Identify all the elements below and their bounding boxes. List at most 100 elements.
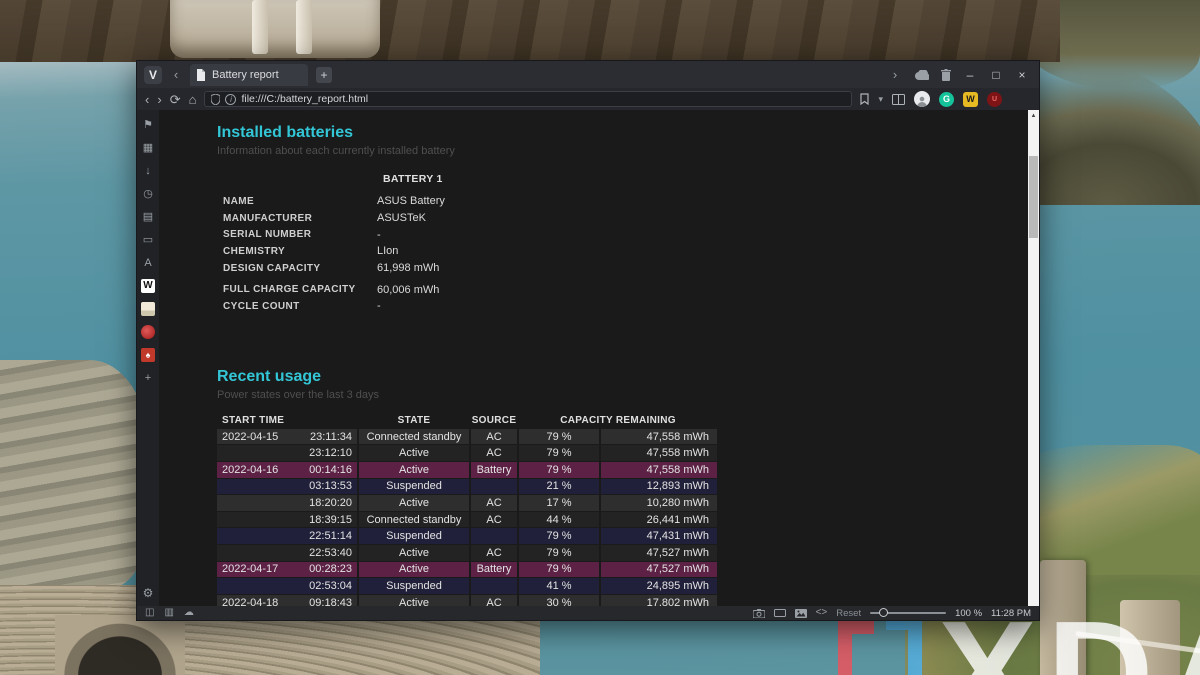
address-bar: ‹ › ⟳ ⌂ i file:///C:/battery_report.html… xyxy=(137,88,1039,110)
cell-source: AC xyxy=(471,544,517,561)
cell-capacity: 26,441 mWh xyxy=(601,511,717,528)
tiling-icon[interactable]: ▥ xyxy=(164,608,173,618)
usage-row: 2022-04-15 23:11:34 Connected standby AC 79 … xyxy=(217,428,719,445)
cell-state: Connected standby xyxy=(359,511,469,528)
cell-percent: 79 % xyxy=(519,462,599,478)
recent-usage-section: Recent usage Power states over the last … xyxy=(217,368,1028,606)
battery-info-row: DESIGN CAPACITY 61,998 mWh xyxy=(217,260,1028,277)
webpanel-favicon[interactable] xyxy=(141,325,155,339)
translate-icon[interactable]: A xyxy=(141,256,155,270)
zoom-slider[interactable] xyxy=(870,608,947,617)
tab-overflow-icon[interactable]: › xyxy=(887,67,903,82)
url-field[interactable]: i file:///C:/battery_report.html xyxy=(204,91,853,107)
bookmark-icon[interactable] xyxy=(860,93,870,105)
usage-row: 03:13:53 Suspended 21 % 12,893 mWh xyxy=(217,478,719,495)
downloads-icon[interactable]: ↓ xyxy=(141,164,155,178)
cell-source: AC xyxy=(471,495,517,511)
cell-percent: 44 % xyxy=(519,511,599,528)
wallpaper-theatre-seats xyxy=(0,360,150,590)
battery-info-row: FULL CHARGE CAPACITY 60,006 mWh xyxy=(217,281,1028,298)
usage-row: 2022-04-17 00:28:23 Active Battery 79 % 47,52… xyxy=(217,561,719,578)
battery-info-row: CYCLE COUNT - xyxy=(217,298,1028,315)
xda-logo-icon xyxy=(838,616,924,675)
battery-info-value: ASUSTeK xyxy=(377,212,426,225)
section-subtitle-installed: Information about each currently install… xyxy=(217,145,455,157)
battery-info-row: CHEMISTRY LIon xyxy=(217,243,1028,260)
battery-column-header: BATTERY 1 xyxy=(383,173,443,185)
wayback-extension-icon[interactable]: W xyxy=(962,91,978,107)
tab-back-icon[interactable]: ‹ xyxy=(168,67,184,82)
settings-gear-icon[interactable]: ⚙ xyxy=(141,586,155,600)
cell-source: Battery xyxy=(471,561,517,578)
page-actions-icon[interactable] xyxy=(773,609,786,617)
forward-icon[interactable]: › xyxy=(157,93,161,106)
toggle-images-icon[interactable] xyxy=(794,608,807,618)
cell-percent: 79 % xyxy=(519,544,599,561)
maximize-button[interactable]: □ xyxy=(989,68,1003,82)
scrollbar-thumb[interactable] xyxy=(1029,156,1038,238)
bookmark-caret-icon[interactable]: ▾ xyxy=(878,94,883,105)
start-time: 18:20:20 xyxy=(309,496,352,509)
home-icon[interactable]: ⌂ xyxy=(189,93,197,106)
cell-percent: 41 % xyxy=(519,578,599,594)
add-webpanel-icon[interactable]: + xyxy=(141,371,155,385)
reading-list-icon[interactable] xyxy=(891,93,905,105)
cell-start-time: 03:13:53 xyxy=(217,478,357,495)
battery-info-label: CHEMISTRY xyxy=(223,245,286,257)
cell-state: Suspended xyxy=(359,578,469,594)
new-tab-button[interactable]: + xyxy=(316,66,332,83)
site-info-icon[interactable]: i xyxy=(225,93,237,105)
close-button[interactable]: × xyxy=(1015,68,1029,82)
webpanel-favicon[interactable] xyxy=(141,302,155,316)
battery-info-label: MANUFACTURER xyxy=(223,212,313,224)
back-icon[interactable]: ‹ xyxy=(145,93,149,106)
start-time: 00:28:23 xyxy=(309,563,352,576)
profile-avatar[interactable] xyxy=(913,91,930,107)
shield-icon[interactable] xyxy=(211,93,221,105)
capture-camera-icon[interactable] xyxy=(752,608,765,618)
wallpaper-column xyxy=(252,0,268,54)
cell-state: Active xyxy=(359,445,469,461)
mail-panel-icon[interactable]: ▭ xyxy=(141,233,155,247)
ublock-extension-icon[interactable]: U xyxy=(986,91,1002,107)
code-view-icon[interactable]: <> xyxy=(816,608,828,618)
start-date: 2022-04-15 xyxy=(222,430,279,443)
reload-icon[interactable]: ⟳ xyxy=(170,93,181,106)
cell-source: AC xyxy=(471,445,517,461)
zoom-level: 100 % xyxy=(955,607,983,619)
minimize-button[interactable]: – xyxy=(963,68,977,82)
zoom-slider-knob[interactable] xyxy=(879,608,889,617)
address-bar-right: ▾ G W U xyxy=(860,91,1002,107)
start-time: 22:53:40 xyxy=(309,546,352,559)
cell-start-time: 22:51:14 xyxy=(217,528,357,544)
trash-closed-tabs-icon[interactable] xyxy=(941,68,951,81)
sync-cloud-icon[interactable] xyxy=(915,69,929,80)
history-icon[interactable]: ◷ xyxy=(141,187,155,201)
bookmarks-icon[interactable]: ⚑ xyxy=(141,118,155,132)
status-bar-right: <> Reset 100 % 11:28 PM xyxy=(752,607,1031,619)
notes-icon[interactable]: ▤ xyxy=(141,210,155,224)
panel-toggle-icon[interactable]: ◫ xyxy=(145,608,154,618)
zoom-reset-button[interactable]: Reset xyxy=(836,608,861,619)
installed-batteries-table: BATTERY 1 NAME ASUS Battery MANUFACTURER AS… xyxy=(217,173,1028,315)
wikipedia-webpanel-icon[interactable]: W xyxy=(141,279,155,293)
sync-status-cloud-icon[interactable]: ☁ xyxy=(184,608,194,618)
xda-watermark: XDA xyxy=(838,599,1200,675)
page-scrollbar[interactable]: ▲ xyxy=(1028,110,1039,606)
battery-info-value: - xyxy=(377,228,381,241)
grammarly-extension-icon[interactable]: G xyxy=(938,91,954,107)
cell-source: Battery xyxy=(471,462,517,478)
usage-row: 02:53:04 Suspended 41 % 24,895 mWh xyxy=(217,578,719,594)
usage-row: 22:53:40 Active AC 79 % 47,527 mWh xyxy=(217,544,719,561)
tab-battery-report[interactable]: Battery report xyxy=(190,63,308,86)
vivaldi-menu-button[interactable]: V xyxy=(144,65,162,84)
battery-info-value: ASUS Battery xyxy=(377,195,445,208)
battery-info-label: DESIGN CAPACITY xyxy=(223,262,321,274)
window-panel-icon[interactable]: ▦ xyxy=(141,141,155,155)
battery-info-value: LIon xyxy=(377,245,399,258)
scrollbar-up-arrow[interactable]: ▲ xyxy=(1028,110,1039,121)
section-subtitle-recent: Power states over the last 3 days xyxy=(217,388,380,401)
webpanel-favicon[interactable]: ♠ xyxy=(141,348,155,362)
cell-source: AC xyxy=(471,428,517,445)
battery-info-value: 61,998 mWh xyxy=(377,262,440,275)
